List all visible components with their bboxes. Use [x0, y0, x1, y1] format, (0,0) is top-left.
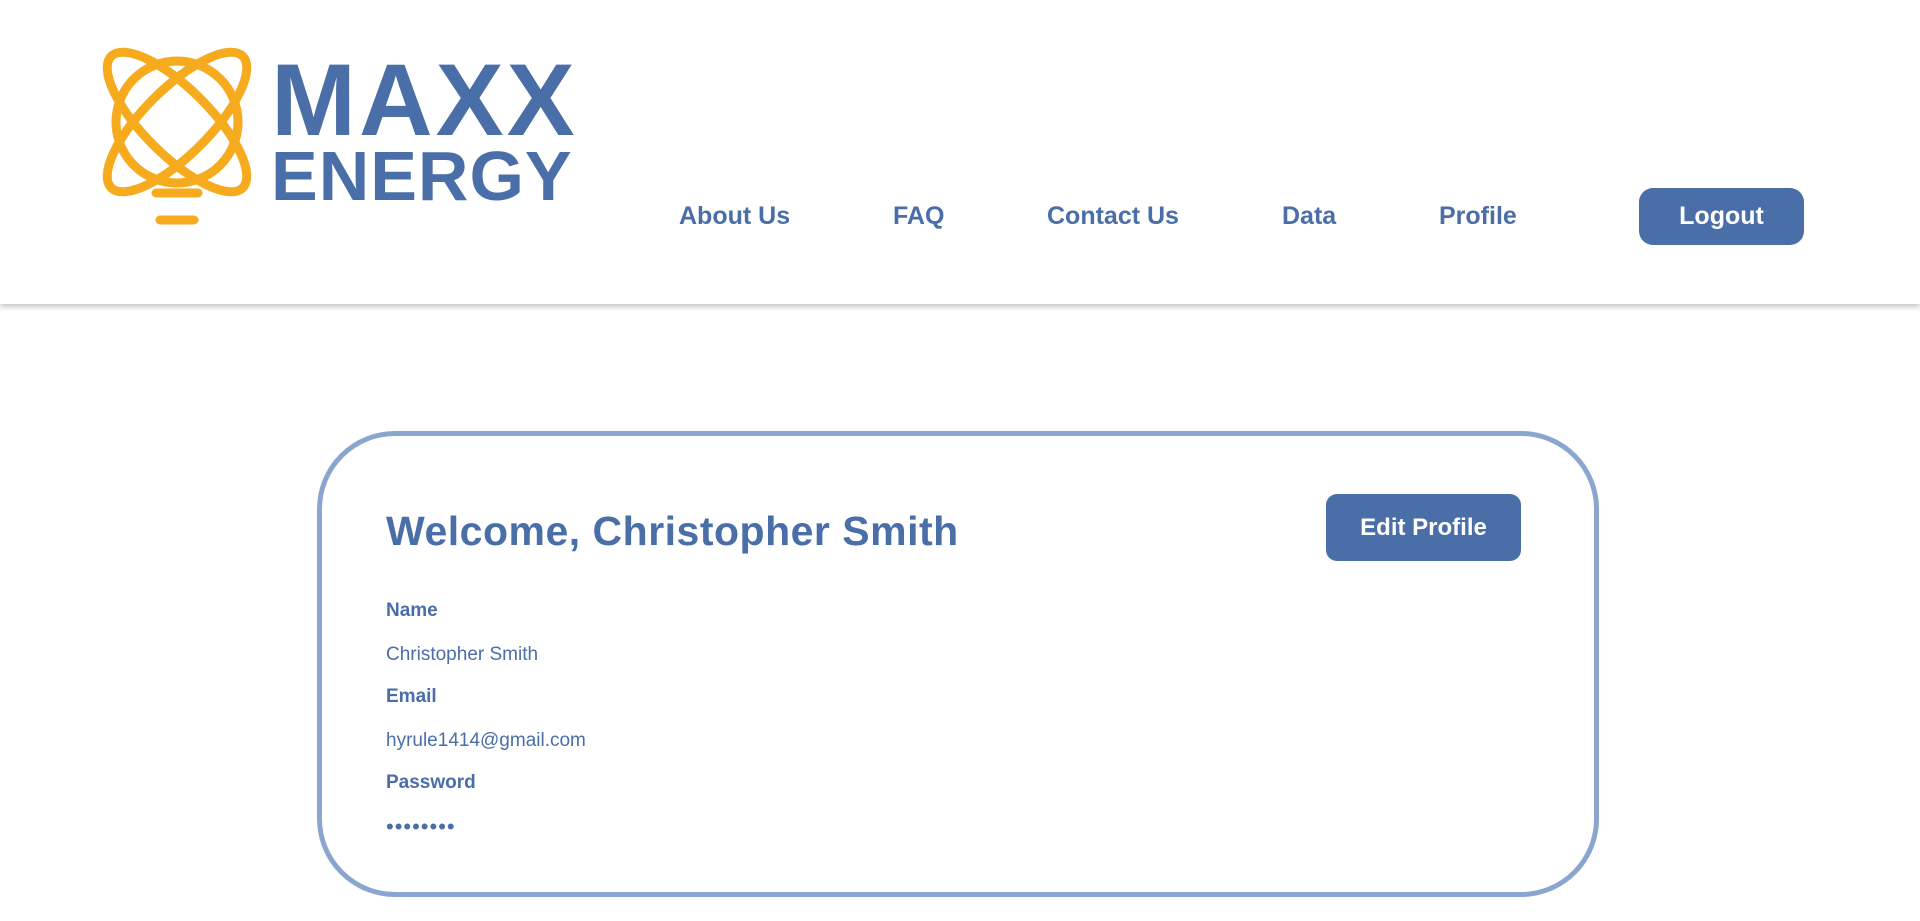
profile-card: Welcome, Christopher Smith Edit Profile …: [317, 431, 1599, 897]
site-header: MAXX ENERGY About Us FAQ Contact Us Data…: [0, 0, 1920, 304]
welcome-heading: Welcome, Christopher Smith: [386, 508, 959, 554]
main-navigation: About Us FAQ Contact Us Data Profile Log…: [0, 188, 1920, 248]
email-value: hyrule1414@gmail.com: [386, 730, 586, 751]
password-label: Password: [386, 772, 476, 793]
nav-data-link[interactable]: Data: [1282, 202, 1336, 231]
nav-contact-us-link[interactable]: Contact Us: [1047, 202, 1179, 231]
name-label: Name: [386, 600, 438, 621]
name-value: Christopher Smith: [386, 644, 539, 665]
nav-faq-link[interactable]: FAQ: [893, 202, 944, 231]
email-label: Email: [386, 686, 437, 707]
edit-profile-button[interactable]: Edit Profile: [1326, 494, 1521, 561]
password-value: ••••••••: [386, 814, 456, 839]
logout-button[interactable]: Logout: [1639, 188, 1804, 245]
nav-about-us-link[interactable]: About Us: [679, 202, 790, 231]
nav-profile-link[interactable]: Profile: [1439, 202, 1517, 231]
brand-name-line1: MAXX: [271, 43, 578, 157]
